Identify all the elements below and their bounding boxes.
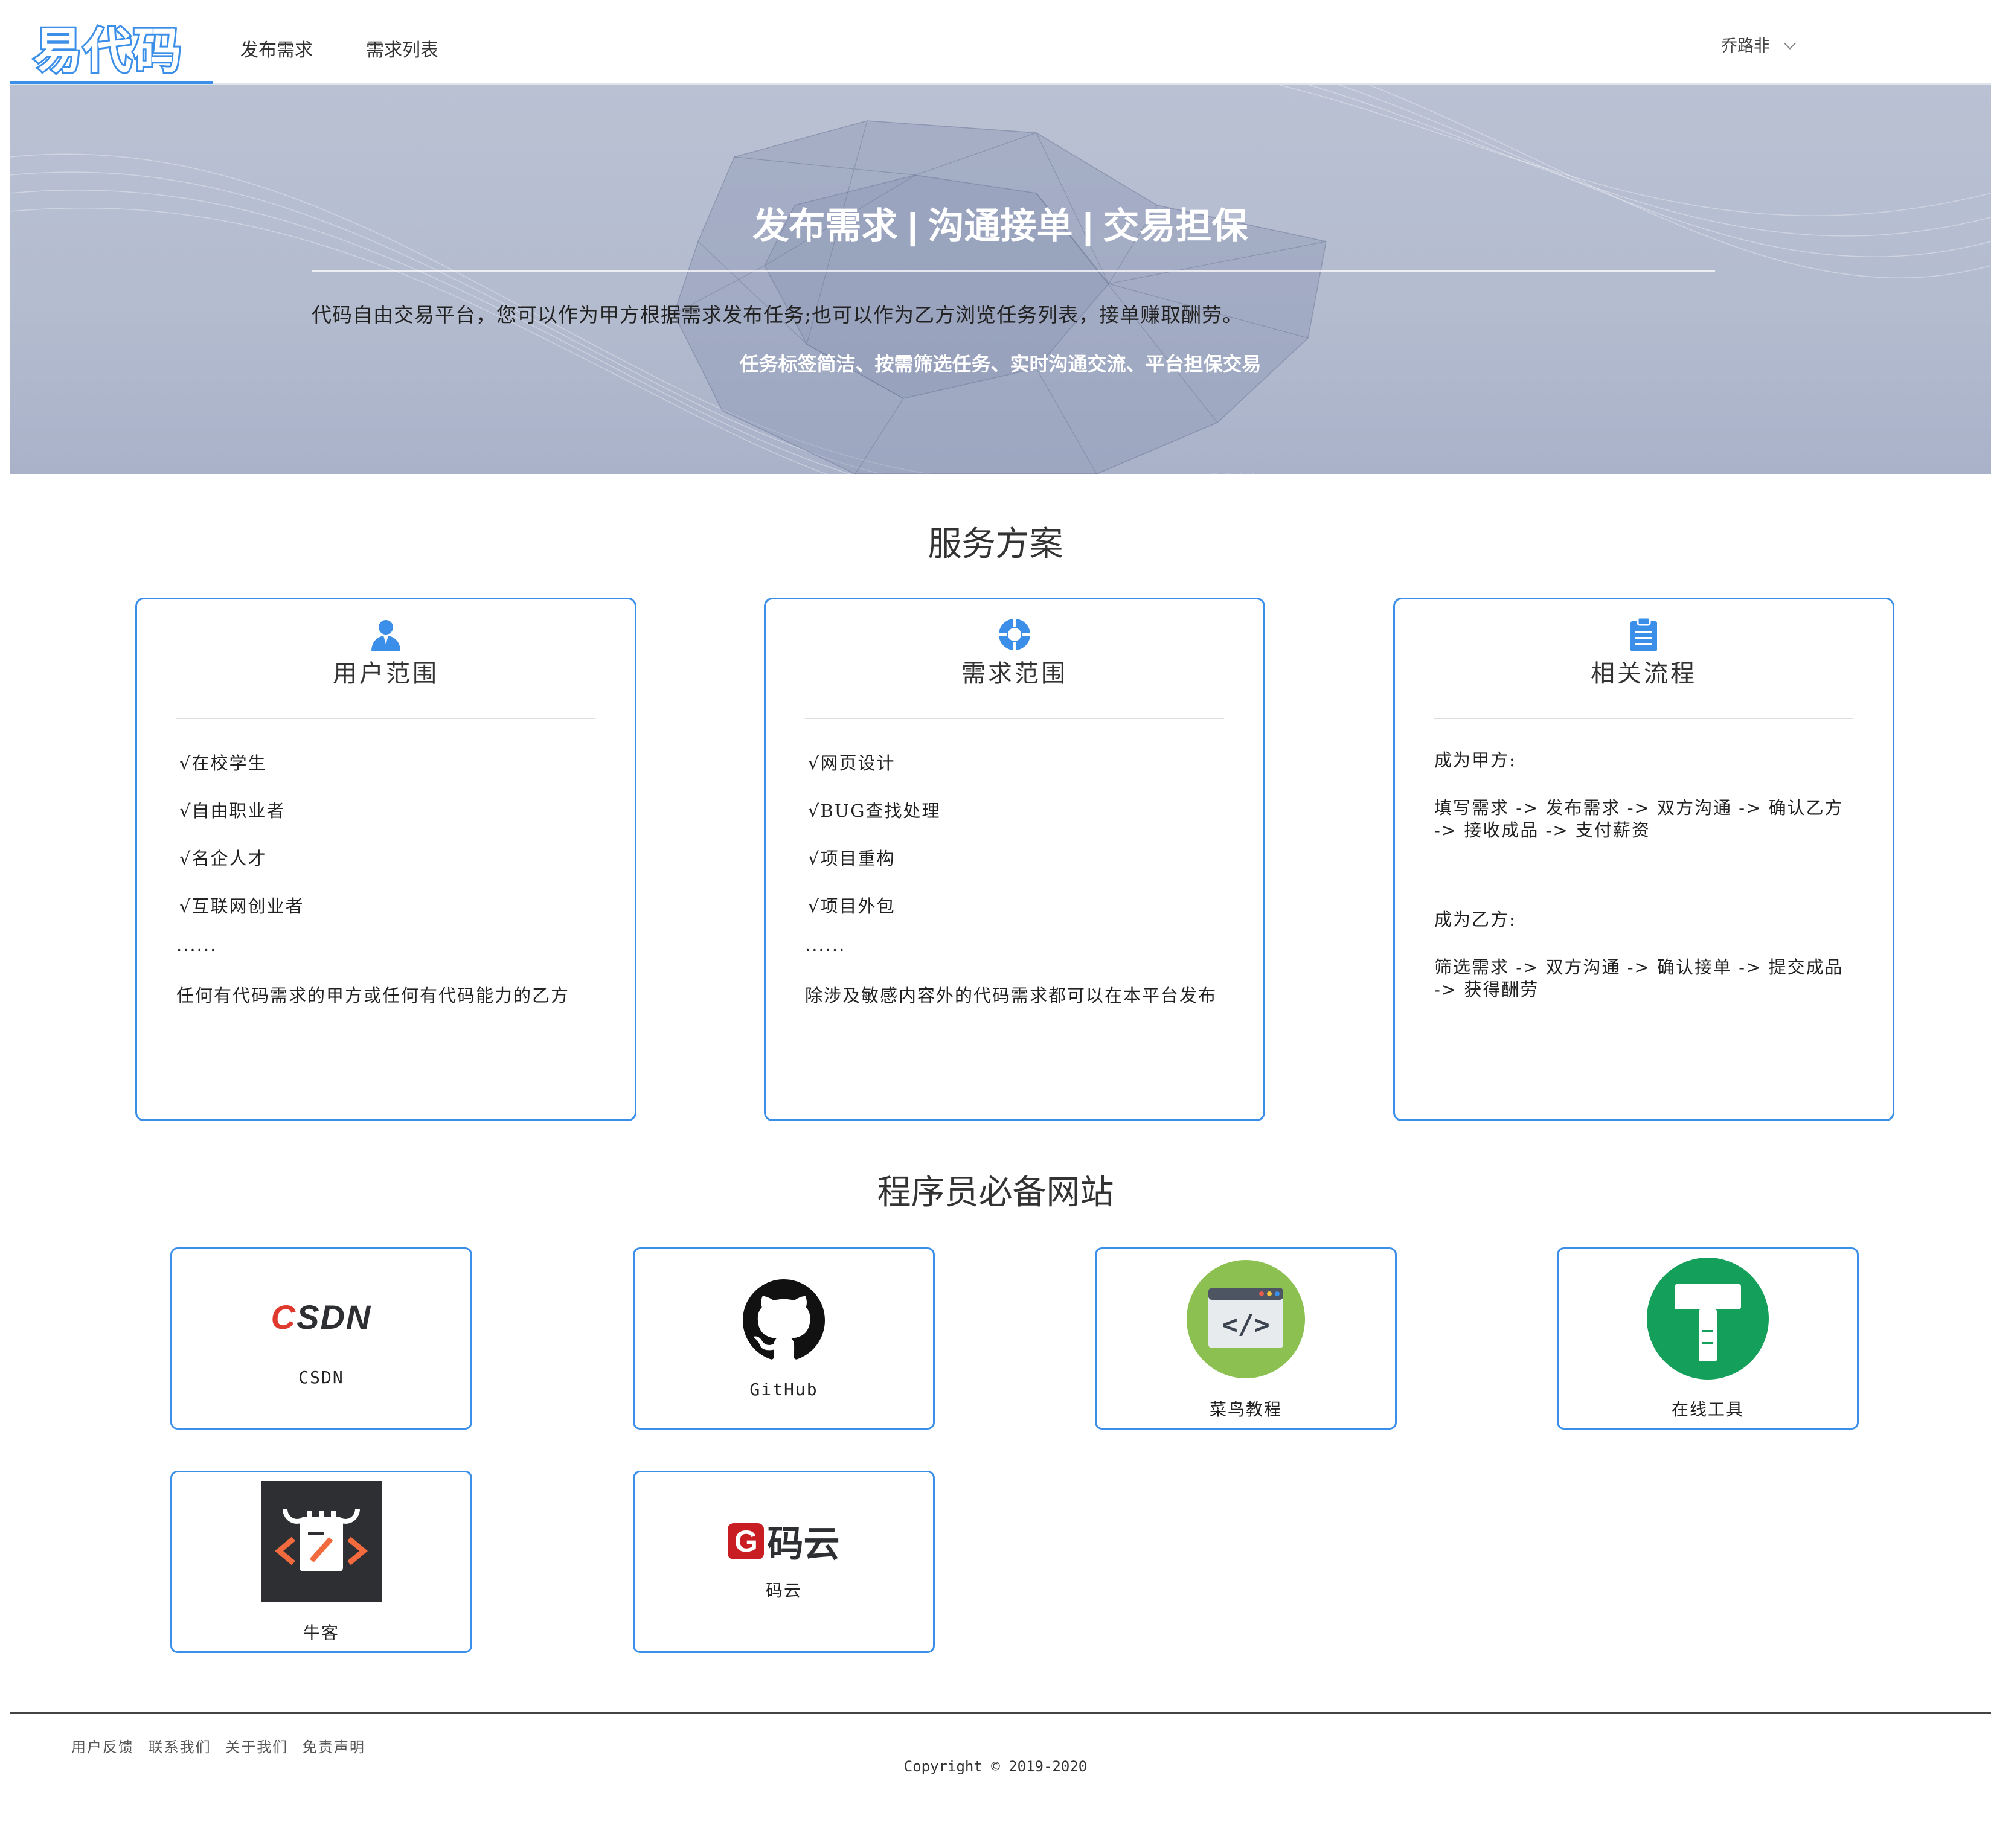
hammer-tool-icon [1559,1258,1857,1382]
list-item: √名企人才 [179,848,267,869]
list-item: √在校学生 [179,753,267,773]
logo-link[interactable]: 易代码 [10,0,213,84]
nav-publish-demand[interactable]: 发布需求 [240,35,313,62]
footer-link-about[interactable]: 关于我们 [225,1739,288,1756]
card-title: 用户范围 [333,660,439,688]
services-section-title: 服务方案 [928,525,1063,563]
banner-divider [312,270,1715,272]
site-label: 码云 [765,1581,802,1600]
card-divider [1434,718,1853,719]
gitee-wordmark: 码云 [767,1523,840,1565]
top-header: 易代码 发布需求 需求列表 乔路非 [10,0,1991,85]
service-card-demands: 需求范围 √网页设计 √BUG查找处理 √项目重构 √项目外包 ...... 除… [764,598,1265,1121]
party-a-flow: 填写需求 -> 发布需求 -> 双方沟通 -> 确认乙方 -> 接收成品 -> … [1434,798,1844,840]
list-item: √网页设计 [808,753,896,773]
banner-title: 发布需求 | 沟通接单 | 交易担保 [752,206,1248,246]
csdn-logo: CSDN [271,1298,372,1336]
footer-divider [10,1712,1991,1714]
hero-banner: 发布需求 | 沟通接单 | 交易担保 代码自由交易平台，您可以作为甲方根据需求发… [10,85,1991,474]
chevron-down-icon [1784,37,1796,50]
list-item: √BUG查找处理 [808,801,941,821]
footer-link-contact[interactable]: 联系我们 [149,1739,211,1756]
list-item: √互联网创业者 [179,896,304,916]
party-b-flow: 筛选需求 -> 双方沟通 -> 确认接单 -> 提交成品 -> 获得酬劳 [1434,957,1844,1000]
banner-subtitle: 任务标签简洁、按需筛选任务、实时沟通交流、平台担保交易 [739,353,1262,375]
card-title: 相关流程 [1591,660,1697,688]
site-logo: 易代码 [32,21,183,81]
card-note: 任何有代码需求的甲方或任何有代码能力的乙方 [176,985,570,1006]
site-tile-github[interactable]: GitHub [633,1247,935,1430]
card-note: 除涉及敏感内容外的代码需求都可以在本平台发布 [805,985,1217,1006]
ellipsis-text: ...... [805,935,846,955]
site-label: GitHub [749,1380,818,1399]
runoob-icon: </> [1097,1260,1395,1381]
github-icon [635,1279,933,1364]
site-tile-runoob[interactable]: </> 菜鸟教程 [1095,1247,1397,1430]
card-title: 需求范围 [961,660,1068,688]
gitee-icon: G [728,1523,765,1559]
user-icon [137,618,635,654]
ellipsis-text: ...... [176,935,217,955]
footer-link-feedback[interactable]: 用户反馈 [71,1739,134,1756]
footer-links: 用户反馈 联系我们 关于我们 免责声明 [71,1735,374,1756]
service-card-process: 相关流程 成为甲方: 填写需求 -> 发布需求 -> 双方沟通 -> 确认乙方 … [1393,598,1894,1121]
banner-background-graphic [10,85,1991,474]
copyright-text: Copyright © 2019-2020 [903,1758,1088,1775]
site-label: 菜鸟教程 [1209,1399,1282,1419]
banner-description: 代码自由交易平台，您可以作为甲方根据需求发布任务;也可以作为乙方浏览任务列表，接… [312,303,1243,327]
user-name: 乔路非 [1721,37,1770,56]
service-card-users: 用户范围 √在校学生 √自由职业者 √名企人才 √互联网创业者 ...... 任… [135,598,636,1121]
site-tile-online-tools[interactable]: 在线工具 [1557,1247,1859,1430]
list-item: √项目重构 [808,848,896,869]
site-label: 牛客 [303,1623,339,1643]
card-divider [176,718,595,719]
site-tile-nowcoder[interactable]: 牛客 [170,1471,472,1653]
list-item: √自由职业者 [179,801,286,821]
nav-demand-list[interactable]: 需求列表 [366,35,438,62]
list-item: √项目外包 [808,896,896,916]
site-label: 在线工具 [1671,1399,1744,1419]
sites-section-title: 程序员必备网站 [877,1173,1114,1211]
nowcoder-icon [172,1481,470,1604]
site-tile-gitee[interactable]: G 码云 码云 [633,1471,935,1653]
party-a-label: 成为甲方: [1434,750,1516,770]
svg-text:</>: </> [1222,1309,1269,1340]
user-menu[interactable]: 乔路非 [1721,33,1796,56]
target-icon [766,618,1263,654]
site-tile-csdn[interactable]: CSDN CSDN [170,1247,472,1430]
clipboard-icon [1395,616,1893,654]
footer-link-disclaimer[interactable]: 免责声明 [303,1739,365,1756]
card-divider [805,718,1224,719]
party-b-label: 成为乙方: [1434,909,1516,930]
gitee-logo: G 码云 [635,1515,933,1567]
site-label: CSDN [298,1367,344,1387]
